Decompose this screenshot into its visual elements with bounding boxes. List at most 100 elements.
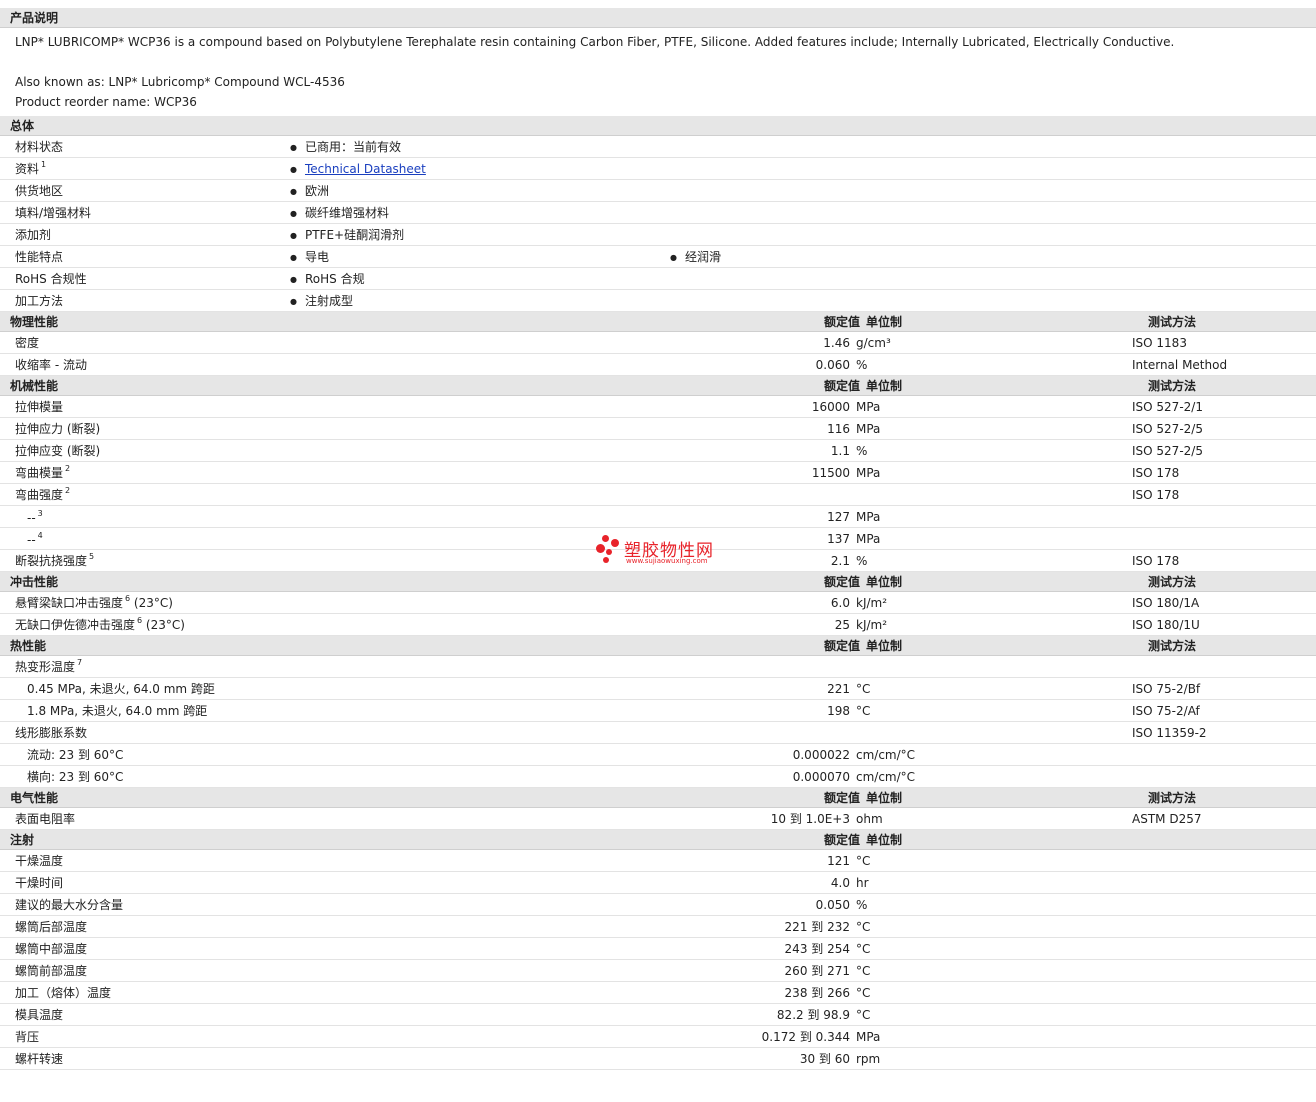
property-unit: °C bbox=[856, 919, 871, 934]
property-unit: °C bbox=[856, 681, 871, 696]
general-row: 性能特点 导电 经润滑 bbox=[0, 246, 1316, 268]
property-name: 建议的最大水分含量 bbox=[0, 896, 490, 913]
properties-table: 物理性能 额定值 单位制 测试方法 密度 1.46 g/cm³ ISO 1183 收缩率 - 流… bbox=[0, 312, 1316, 1070]
property-value: 4.0 bbox=[830, 875, 850, 890]
condition-text: (23°C) bbox=[142, 618, 185, 632]
label-text: 性能特点 bbox=[15, 250, 64, 264]
label-text: 填料/增强材料 bbox=[15, 206, 92, 220]
property-name: 背压 bbox=[0, 1028, 490, 1045]
general-value: 碳纤维增强材料 bbox=[290, 204, 670, 221]
label-text: 横向: 23 到 60°C bbox=[27, 770, 124, 784]
label-text: -- bbox=[27, 510, 36, 525]
property-row: 拉伸应力 (断裂) 116 MPa ISO 527-2/5 bbox=[0, 418, 1316, 440]
section-title: 总体 bbox=[10, 119, 35, 133]
section-title: 物理性能 bbox=[10, 315, 59, 329]
property-name: 螺筒后部温度 bbox=[0, 918, 490, 935]
section-header: 物理性能 额定值 单位制 测试方法 bbox=[0, 312, 1316, 332]
label-text: 螺杆转速 bbox=[15, 1052, 64, 1066]
label-text: 无缺口伊佐德冲击强度 bbox=[15, 618, 136, 632]
general-row: 填料/增强材料 碳纤维增强材料 bbox=[0, 202, 1316, 224]
label-text: 拉伸模量 bbox=[15, 400, 64, 414]
label-text: 背压 bbox=[15, 1030, 40, 1044]
general-value: 已商用：当前有效 bbox=[290, 138, 670, 155]
label-text: 螺筒中部温度 bbox=[15, 942, 88, 956]
column-value-header: 额定值 bbox=[823, 315, 860, 329]
property-name: 悬臂梁缺口冲击强度 6 (23°C) bbox=[0, 594, 490, 611]
label-text: 模具温度 bbox=[15, 1008, 64, 1022]
property-name: 0.45 MPa, 未退火, 64.0 mm 跨距 bbox=[0, 680, 490, 697]
value-text: 经润滑 bbox=[684, 250, 721, 264]
label-text: 热变形温度 bbox=[15, 660, 76, 674]
property-name: 无缺口伊佐德冲击强度 6 (23°C) bbox=[0, 616, 490, 633]
property-name: 1.8 MPa, 未退火, 64.0 mm 跨距 bbox=[0, 702, 490, 719]
property-value: 121 bbox=[827, 853, 850, 868]
property-unit: % bbox=[856, 443, 868, 458]
label-text: -- bbox=[27, 532, 36, 547]
label-text: 材料状态 bbox=[15, 140, 64, 154]
column-method-header: 测试方法 bbox=[1148, 379, 1197, 393]
technical-datasheet-link[interactable]: Technical Datasheet bbox=[305, 162, 426, 176]
column-unit-header: 单位制 bbox=[866, 315, 903, 329]
general-label: 添加剂 bbox=[0, 226, 290, 243]
property-row: 拉伸模量 16000 MPa ISO 527-2/1 bbox=[0, 396, 1316, 418]
property-value: 238 到 266 bbox=[784, 986, 850, 1000]
property-name: 干燥温度 bbox=[0, 852, 490, 869]
test-method: ISO 180/1A bbox=[1132, 595, 1200, 610]
property-name: 拉伸应力 (断裂) bbox=[0, 420, 490, 437]
general-table: 材料状态 已商用：当前有效资料1 Technical Datasheet 供货地区 欧洲… bbox=[0, 136, 1316, 312]
property-value: 127 bbox=[827, 509, 850, 524]
property-unit: % bbox=[856, 897, 868, 912]
property-unit: MPa bbox=[856, 399, 881, 414]
value-text: 碳纤维增强材料 bbox=[304, 206, 389, 220]
property-unit: % bbox=[856, 357, 868, 372]
label-text: 螺筒前部温度 bbox=[15, 964, 88, 978]
general-row: RoHS 合规性 RoHS 合规 bbox=[0, 268, 1316, 290]
property-row: 干燥时间 4.0 hr bbox=[0, 872, 1316, 894]
column-value-header: 额定值 bbox=[823, 833, 860, 847]
general-value: 注射成型 bbox=[290, 292, 670, 309]
property-name: 螺筒中部温度 bbox=[0, 940, 490, 957]
property-value: 0.172 到 0.344 bbox=[761, 1030, 850, 1044]
value-text: 注射成型 bbox=[304, 294, 353, 308]
property-row: 悬臂梁缺口冲击强度 6 (23°C) 6.0 kJ/m² ISO 180/1A bbox=[0, 592, 1316, 614]
property-row: 背压 0.172 到 0.344 MPa bbox=[0, 1026, 1316, 1048]
general-label: 性能特点 bbox=[0, 248, 290, 265]
property-name: 断裂抗挠强度 5 bbox=[0, 552, 490, 569]
label-text: RoHS 合规性 bbox=[15, 272, 87, 286]
property-row: 弯曲强度 2 ISO 178 bbox=[0, 484, 1316, 506]
label-text: 加工（熔体）温度 bbox=[15, 986, 112, 1000]
test-method: ISO 178 bbox=[1132, 487, 1180, 502]
property-name: 流动: 23 到 60°C bbox=[0, 746, 490, 763]
test-method: ISO 75-2/Bf bbox=[1132, 681, 1201, 696]
general-value: RoHS 合规 bbox=[290, 270, 670, 287]
property-row: 弯曲模量 2 11500 MPa ISO 178 bbox=[0, 462, 1316, 484]
column-unit-header: 单位制 bbox=[866, 791, 903, 805]
label-text: 密度 bbox=[15, 336, 40, 350]
general-row: 材料状态 已商用：当前有效 bbox=[0, 136, 1316, 158]
property-row: 拉伸应变 (断裂) 1.1% ISO 527-2/5 bbox=[0, 440, 1316, 462]
general-row: 资料1 Technical Datasheet bbox=[0, 158, 1316, 180]
label-text: 弯曲模量 bbox=[15, 466, 64, 480]
property-unit: MPa bbox=[856, 531, 881, 546]
property-unit: °C bbox=[856, 985, 871, 1000]
footnote-ref: 3 bbox=[37, 508, 43, 518]
property-unit: MPa bbox=[856, 1029, 881, 1044]
property-row: 螺筒前部温度 260 到 271 °C bbox=[0, 960, 1316, 982]
property-name: 加工（熔体）温度 bbox=[0, 984, 490, 1001]
general-row: 添加剂 PTFE+硅酮润滑剂 bbox=[0, 224, 1316, 246]
property-unit: ohm bbox=[856, 811, 883, 826]
section-title: 冲击性能 bbox=[10, 575, 59, 589]
footnote-ref: 1 bbox=[41, 160, 47, 169]
property-name: 螺筒前部温度 bbox=[0, 962, 490, 979]
section-header: 注射 额定值 单位制 bbox=[0, 830, 1316, 850]
property-value: 221 bbox=[827, 681, 850, 696]
property-unit: rpm bbox=[856, 1051, 881, 1066]
property-value: 0.050 bbox=[815, 897, 850, 912]
general-value: 导电 bbox=[290, 248, 670, 265]
property-row: 0.45 MPa, 未退火, 64.0 mm 跨距 221 °C ISO 75-2/B… bbox=[0, 678, 1316, 700]
property-row: 流动: 23 到 60°C 0.000022 cm/cm/°C bbox=[0, 744, 1316, 766]
test-method: ISO 527-2/5 bbox=[1132, 421, 1203, 436]
property-row: 螺筒中部温度 243 到 254 °C bbox=[0, 938, 1316, 960]
general-label: 加工方法 bbox=[0, 292, 290, 309]
property-row: 横向: 23 到 60°C 0.000070 cm/cm/°C bbox=[0, 766, 1316, 788]
